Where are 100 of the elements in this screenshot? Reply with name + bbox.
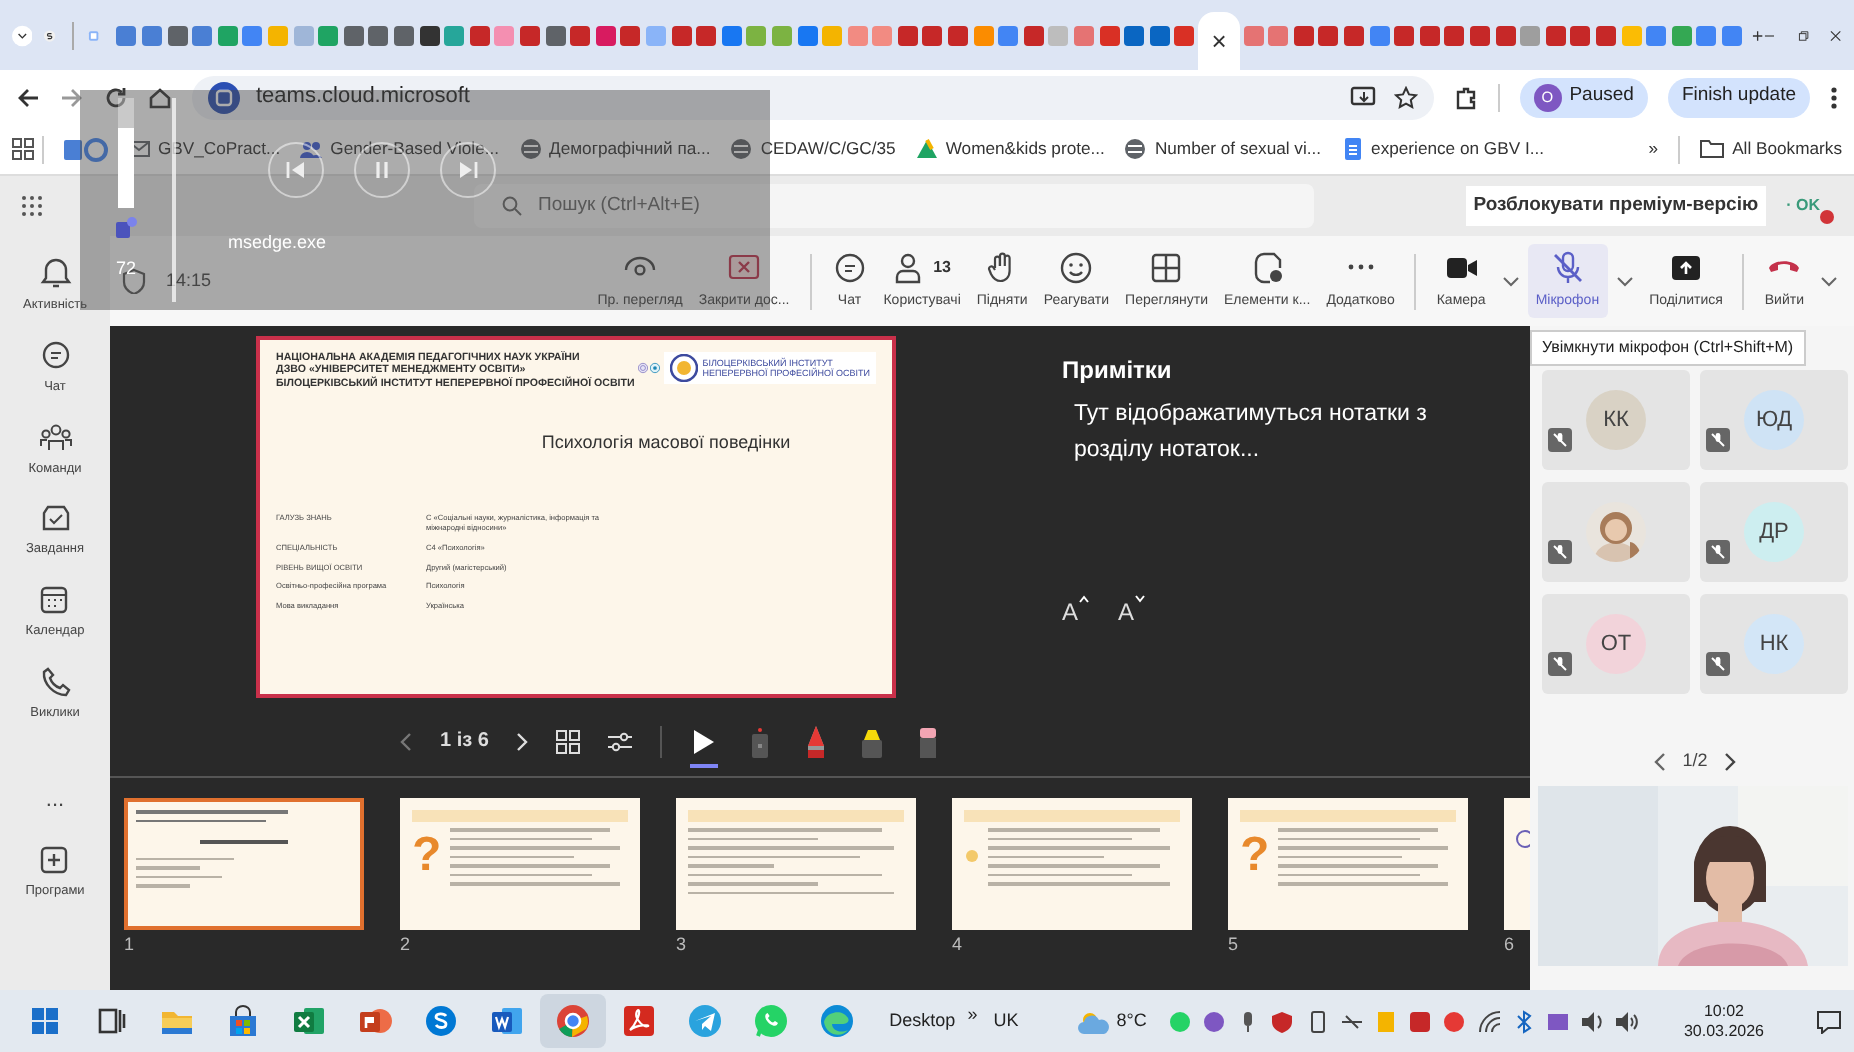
tab-icon[interactable]: [343, 25, 364, 45]
tab-icon[interactable]: [419, 25, 440, 45]
microphone-off-icon: [1706, 539, 1730, 564]
tray-icon[interactable]: [1545, 1009, 1570, 1033]
participant-tile[interactable]: [1542, 482, 1690, 582]
home-icon[interactable]: [148, 85, 172, 109]
bookmark[interactable]: Women&kids prote...: [915, 136, 1105, 162]
tab-icon[interactable]: [519, 25, 540, 45]
tab-icon[interactable]: [1124, 25, 1145, 45]
premium-link[interactable]: Розблокувати преміум-версію: [1465, 185, 1767, 227]
address-bar[interactable]: teams.cloud.microsoft: [192, 75, 1434, 119]
chevron-down-icon[interactable]: [1820, 275, 1838, 287]
previous-icon[interactable]: [400, 731, 412, 751]
tab-icon[interactable]: [368, 25, 389, 45]
language-indicator[interactable]: UK: [993, 1007, 1019, 1035]
bookmark[interactable]: experience on GBV I...: [1341, 136, 1545, 162]
tab[interactable]: ×: [1197, 12, 1241, 70]
tab-icon[interactable]: [1293, 25, 1314, 45]
previous-page-icon[interactable]: [1654, 751, 1667, 772]
tab-icon[interactable]: [469, 25, 490, 45]
next-track-button[interactable]: [440, 142, 496, 198]
back-icon[interactable]: [16, 85, 40, 109]
microphone-off-icon: [1548, 427, 1572, 452]
tray-icon[interactable]: [1408, 1009, 1433, 1033]
slide-thumbnail[interactable]: [124, 798, 364, 930]
bookmark[interactable]: Демографічний па...: [519, 136, 711, 162]
chevron-down-icon[interactable]: [1501, 275, 1520, 287]
bookmark[interactable]: CEDAW/C/GC/35: [730, 136, 896, 162]
increase-font-button[interactable]: A: [1062, 593, 1091, 630]
tab-icon[interactable]: [671, 25, 692, 45]
next-page-icon[interactable]: [1723, 751, 1736, 772]
clock[interactable]: 10:02 30.03.2026: [1683, 1001, 1764, 1041]
finish-update-button[interactable]: Finish update: [1667, 77, 1810, 117]
more-apps-button[interactable]: ...: [45, 783, 65, 816]
bookmark[interactable]: Number of sexual vi...: [1124, 136, 1322, 162]
tray-icon[interactable]: [1442, 1009, 1467, 1033]
notes-field[interactable]: Тут відображатимуться нотатки з розділу нотаток...: [1062, 396, 1492, 470]
star-icon[interactable]: [1393, 85, 1418, 109]
tab-icon[interactable]: [696, 25, 717, 45]
next-icon[interactable]: [516, 731, 529, 751]
avatar: КК: [1586, 390, 1646, 450]
pointer-icon: [690, 726, 719, 758]
apps-grid-icon[interactable]: [12, 138, 34, 160]
tool-button[interactable]: [690, 726, 719, 768]
app-launcher-icon[interactable]: [20, 194, 44, 218]
tab-icon[interactable]: [948, 25, 969, 45]
tab-icon[interactable]: [545, 25, 566, 45]
tray-icon[interactable]: [1614, 1009, 1639, 1033]
tray-icon[interactable]: [1477, 1009, 1502, 1033]
volume-slider[interactable]: [118, 98, 134, 208]
tab-icon[interactable]: [1545, 25, 1566, 45]
participant-tile[interactable]: ОТ: [1542, 594, 1690, 694]
kebab-menu-icon[interactable]: [1830, 85, 1838, 109]
grid-view-icon[interactable]: [556, 729, 581, 753]
toolbar-overflow[interactable]: »: [967, 1001, 978, 1029]
tab-icon[interactable]: [897, 25, 918, 45]
slide-thumbnail[interactable]: [952, 798, 1192, 930]
tray-icon[interactable]: [1511, 1009, 1536, 1033]
participant-tile[interactable]: ЮД: [1700, 370, 1848, 470]
chevron-down-icon[interactable]: [1615, 275, 1634, 287]
tab-icon[interactable]: [1023, 25, 1044, 45]
extensions-icon[interactable]: [1453, 85, 1478, 109]
bookmark-icon[interactable]: [64, 137, 108, 161]
tab-icon[interactable]: [922, 25, 943, 45]
tray-icon[interactable]: [1202, 1009, 1227, 1033]
forward-icon[interactable]: [60, 85, 84, 109]
tab-icon[interactable]: [1495, 25, 1516, 45]
participant-tile[interactable]: КК: [1542, 370, 1690, 470]
tab-icon[interactable]: [1595, 25, 1616, 45]
reload-icon[interactable]: [104, 85, 128, 109]
tray-icon[interactable]: [1270, 1009, 1295, 1033]
tab-icon[interactable]: [1419, 25, 1440, 45]
tab-icon[interactable]: [1444, 25, 1465, 45]
sliders-icon[interactable]: [608, 729, 633, 753]
tab-icon[interactable]: [1394, 25, 1415, 45]
tab-icon[interactable]: [620, 25, 641, 45]
tray-icon[interactable]: [1339, 1009, 1364, 1033]
install-icon[interactable]: [1349, 85, 1378, 109]
bookmark-folder[interactable]: All Bookmarks: [1700, 136, 1842, 162]
participant-tile[interactable]: ДР: [1700, 482, 1848, 582]
decrease-font-button[interactable]: A: [1118, 593, 1147, 630]
tab-icon[interactable]: [394, 25, 415, 45]
notification-icon[interactable]: [1816, 1009, 1842, 1033]
tab-icon[interactable]: [1343, 25, 1364, 45]
sun-icon: [964, 848, 980, 865]
tab-icon[interactable]: [1570, 25, 1591, 45]
tab-icon[interactable]: [167, 25, 188, 45]
tab-icon[interactable]: [1318, 25, 1339, 45]
tab-icon[interactable]: [1149, 25, 1170, 45]
bookmark[interactable]: Gender-Based Viole...: [300, 136, 500, 162]
telegram-icon: [686, 1002, 724, 1040]
tab-icon[interactable]: [570, 25, 591, 45]
tray-icon[interactable]: [1305, 1009, 1330, 1033]
tab-icon[interactable]: [1469, 25, 1490, 45]
tray-icon[interactable]: [1580, 1009, 1605, 1033]
folder-icon: [1700, 138, 1725, 159]
slide-thumbnail[interactable]: [676, 798, 916, 930]
bookmarks-overflow[interactable]: »: [1648, 136, 1659, 162]
desktop-toolbar[interactable]: Desktop: [889, 1007, 956, 1035]
participant-tile[interactable]: НК: [1700, 594, 1848, 694]
